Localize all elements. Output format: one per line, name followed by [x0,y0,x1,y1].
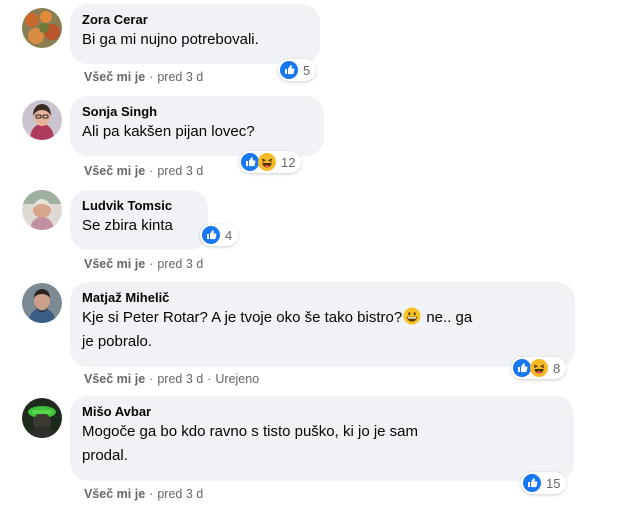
separator-dot: · [149,164,154,178]
comment-author[interactable]: Ludvik Tomsic [82,198,196,214]
reaction-count: 4 [225,227,233,243]
like-icon [523,474,541,492]
like-button[interactable]: Všeč mi je [84,487,145,501]
edited-label[interactable]: Urejeno [215,372,259,386]
reaction-count: 15 [546,475,561,491]
comment-text: Ali pa kakšen pijan lovec? [82,123,255,140]
separator-dot: · [149,70,154,84]
comment-timestamp[interactable]: pred 3 d [157,257,203,271]
comment-text-line: ne.. ga [422,309,473,326]
comment-timestamp[interactable]: pred 3 d [157,70,203,84]
avatar[interactable] [22,190,62,230]
comment-actions: Všeč mi je · pred 3 d [84,69,203,85]
comment-text-line: Kje si Peter Rotar? A je tvoje oko še ta… [82,309,403,326]
haha-icon [258,153,276,171]
like-icon [280,61,298,79]
avatar[interactable] [22,8,62,48]
grinning-face-emoji [403,307,421,325]
separator-dot: · [207,372,212,386]
reaction-summary[interactable]: 12 [239,151,302,173]
reaction-summary[interactable]: 8 [511,357,567,379]
comment-bubble: Sonja Singh Ali pa kakšen pijan lovec? [70,96,324,156]
separator-dot: · [149,257,154,271]
comment-actions: Všeč mi je · pred 3 d · Urejeno [84,371,259,387]
reaction-summary[interactable]: 5 [278,59,317,81]
like-icon [202,226,220,244]
comment-text-line: Mogoče ga bo kdo ravno s tisto puško, ki… [82,423,419,440]
reaction-count: 8 [553,360,561,376]
avatar[interactable] [22,398,62,438]
separator-dot: · [149,372,154,386]
like-button[interactable]: Všeč mi je [84,372,145,386]
separator-dot: · [149,487,154,501]
comment-text: Bi ga mi nujno potrebovali. [82,31,259,48]
reaction-summary[interactable]: 15 [521,472,567,494]
reaction-count: 12 [281,154,296,170]
comment-actions: Všeč mi je · pred 3 d [84,486,203,502]
comment-author[interactable]: Matjaž Mihelič [82,290,563,306]
comment-author[interactable]: Mišo Avbar [82,404,562,420]
comment-timestamp[interactable]: pred 3 d [157,487,203,501]
reaction-summary[interactable]: 4 [200,224,239,246]
comment-text: Kje si Peter Rotar? A je tvoje oko še ta… [82,306,563,354]
comment-text-line: je pobralo. [82,333,153,350]
comment-author[interactable]: Zora Cerar [82,12,308,28]
comment-actions: Všeč mi je · pred 3 d [84,163,203,179]
like-icon [241,153,259,171]
comment-actions: Všeč mi je · pred 3 d [84,256,203,272]
like-button[interactable]: Všeč mi je [84,164,145,178]
reaction-count: 5 [303,62,311,78]
comment-bubble: Zora Cerar Bi ga mi nujno potrebovali. [70,4,320,64]
comment-bubble: Ludvik Tomsic Se zbira kinta [70,190,208,250]
comment-text: Se zbira kinta [82,217,173,234]
like-button[interactable]: Všeč mi je [84,257,145,271]
comment-timestamp[interactable]: pred 3 d [157,164,203,178]
comment-bubble: Matjaž Mihelič Kje si Peter Rotar? A je … [70,282,575,367]
like-button[interactable]: Všeč mi je [84,70,145,84]
haha-icon [530,359,548,377]
comment-text: Mogoče ga bo kdo ravno s tisto puško, ki… [82,420,562,468]
comment-author[interactable]: Sonja Singh [82,104,312,120]
comment-timestamp[interactable]: pred 3 d [157,372,203,386]
avatar[interactable] [22,100,62,140]
comment-text-line: prodal. [82,447,128,464]
like-icon [513,359,531,377]
avatar[interactable] [22,283,62,323]
comment-bubble: Mišo Avbar Mogoče ga bo kdo ravno s tist… [70,396,574,481]
